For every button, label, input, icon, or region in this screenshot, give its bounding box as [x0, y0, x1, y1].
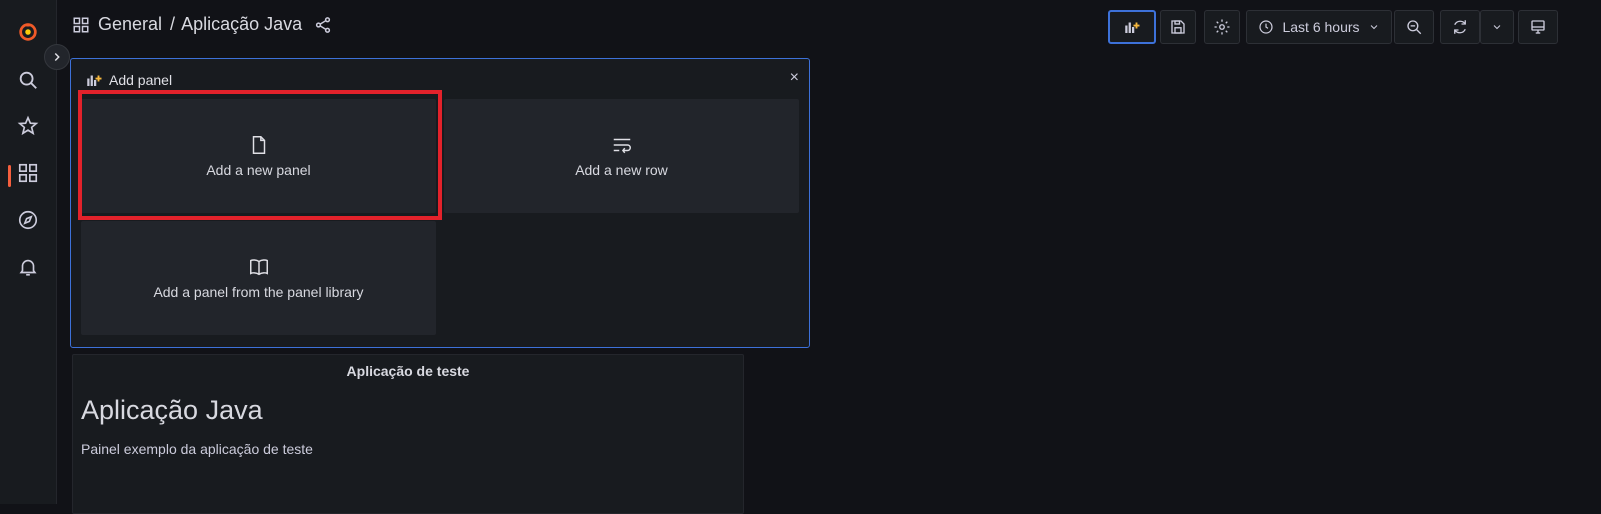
gear-icon — [1214, 19, 1230, 35]
alerting-icon[interactable] — [0, 247, 56, 287]
expand-menu-button[interactable] — [44, 44, 70, 70]
panel-title[interactable]: Aplicação de teste — [73, 363, 743, 379]
add-panel-title: Add panel — [109, 72, 173, 88]
top-bar: General / Aplicação Java Last 6 hours — [56, 0, 1601, 56]
close-icon[interactable]: × — [790, 69, 799, 87]
zoom-out-icon — [1407, 20, 1422, 35]
tv-mode-button[interactable] — [1518, 10, 1558, 44]
grafana-logo[interactable] — [0, 12, 56, 52]
add-new-panel-option[interactable]: Add a new panel — [81, 99, 436, 213]
active-indicator — [8, 165, 11, 187]
add-panel-button[interactable] — [1108, 10, 1156, 44]
refresh-interval-dropdown[interactable] — [1480, 10, 1514, 44]
add-panel-icon — [1125, 22, 1140, 33]
add-panel-header[interactable]: Add panel — [85, 71, 172, 89]
time-range-label: Last 6 hours — [1282, 19, 1360, 35]
text-panel: Aplicação de teste Aplicação Java Painel… — [72, 354, 744, 514]
panel-heading: Aplicação Java — [81, 395, 263, 425]
dashboards-icon[interactable] — [0, 153, 56, 193]
breadcrumb-folder[interactable]: General — [98, 14, 162, 35]
time-range-picker[interactable]: Last 6 hours — [1246, 10, 1392, 44]
explore-icon[interactable] — [0, 200, 56, 240]
share-icon[interactable] — [314, 16, 332, 34]
settings-button[interactable] — [1204, 10, 1240, 44]
panel-body-text: Painel exemplo da aplicação de teste — [81, 441, 313, 457]
book-open-icon — [249, 259, 268, 276]
star-icon[interactable] — [0, 106, 56, 146]
refresh-icon — [1454, 20, 1466, 34]
add-library-panel-label: Add a panel from the panel library — [153, 284, 364, 300]
chevron-down-icon — [1370, 25, 1377, 30]
add-library-panel-option[interactable]: Add a panel from the panel library — [81, 221, 436, 335]
chevron-down-icon — [1493, 25, 1501, 30]
add-panel-icon — [87, 75, 102, 86]
breadcrumb: General / Aplicação Java — [72, 14, 332, 35]
breadcrumb-separator: / — [170, 14, 176, 34]
zoom-out-button[interactable] — [1394, 10, 1434, 44]
wrap-text-icon — [613, 138, 631, 154]
clock-icon — [1259, 20, 1274, 34]
add-new-row-label: Add a new row — [575, 162, 668, 178]
side-menu — [0, 0, 57, 504]
save-button[interactable] — [1160, 10, 1196, 44]
add-new-panel-label: Add a new panel — [206, 162, 311, 178]
add-new-row-option[interactable]: Add a new row — [444, 99, 799, 213]
refresh-button[interactable] — [1440, 10, 1480, 44]
add-panel-widget: Add panel × Add a new panel Add a new ro… — [70, 58, 810, 348]
breadcrumb-dashboard[interactable]: Aplicação Java — [181, 14, 302, 35]
monitor-icon — [1531, 20, 1545, 34]
file-icon — [252, 136, 265, 154]
save-icon — [1171, 20, 1185, 34]
dashboards-grid-icon — [73, 17, 89, 32]
